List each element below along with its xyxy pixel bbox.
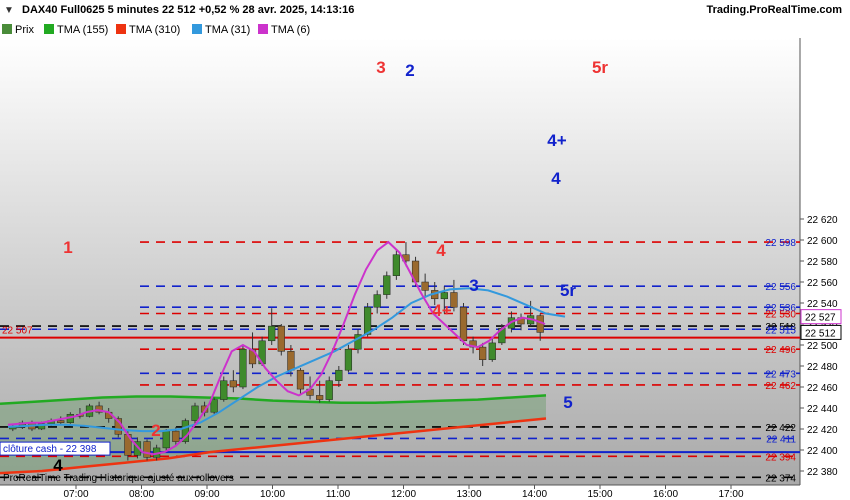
candle-body[interactable] <box>363 306 372 335</box>
y-tick-label: 22 440 <box>807 404 838 415</box>
wave-annotation: 1 <box>63 238 72 257</box>
candle-body[interactable] <box>229 380 237 388</box>
level-price-tag: 22 394 <box>765 452 796 463</box>
candle-body[interactable] <box>392 254 400 276</box>
x-tick-label: 09:00 <box>194 489 219 500</box>
level-price-tag: 22 598 <box>765 238 796 249</box>
wave-annotation: 4+ <box>547 131 566 150</box>
candle-body[interactable] <box>440 292 448 300</box>
candle-body[interactable] <box>296 369 305 390</box>
level-price-tag: 22 496 <box>765 345 796 356</box>
level-price-tag: 22 374 <box>765 473 796 484</box>
candle-body[interactable] <box>383 275 391 295</box>
left-price-tag: 22 507 <box>2 326 33 337</box>
candle-body[interactable] <box>479 346 487 360</box>
y-tick-label: 22 580 <box>807 257 838 268</box>
wave-annotation: 4 <box>551 169 561 188</box>
wave-annotation: 4 <box>436 241 446 260</box>
x-tick-label: 13:00 <box>456 489 481 500</box>
x-tick-label: 12:00 <box>391 489 416 500</box>
level-price-tag: 22 515 <box>765 325 796 336</box>
price-chart[interactable]: 22 38022 40022 42022 44022 46022 48022 5… <box>0 0 850 500</box>
candle-body[interactable] <box>373 294 381 308</box>
candle-body[interactable] <box>220 380 228 400</box>
candle-body[interactable] <box>172 430 180 442</box>
wave-annotation: 5r <box>592 58 608 77</box>
y-tick-label: 22 560 <box>807 278 838 289</box>
wave-annotation: 4+ <box>432 301 451 320</box>
y-tick-label: 22 600 <box>807 236 838 247</box>
level-price-tag: 22 462 <box>765 381 796 392</box>
cash-close-label: clôture cash - 22 398 <box>3 444 97 455</box>
wave-annotation: 2 <box>405 61 414 80</box>
level-price-tag: 22 556 <box>765 282 796 293</box>
x-tick-label: 07:00 <box>63 489 88 500</box>
candle-body[interactable] <box>277 325 285 352</box>
candle-body[interactable] <box>162 430 170 449</box>
wave-annotation: 2 <box>151 421 160 440</box>
y-tick-label: 22 400 <box>807 446 838 457</box>
y-tick-label: 22 420 <box>807 425 838 436</box>
footer-note: ProRealTime Trading Historique ajusté au… <box>3 473 234 484</box>
candle-body[interactable] <box>268 325 276 342</box>
candle-body[interactable] <box>488 342 496 360</box>
x-tick-label: 11:00 <box>326 489 351 500</box>
wave-annotation: 3 <box>376 58 385 77</box>
x-tick-label: 08:00 <box>129 489 154 500</box>
candle-body[interactable] <box>335 369 343 381</box>
y-tick-label: 22 500 <box>807 341 838 352</box>
y-tick-label: 22 620 <box>807 215 838 226</box>
candle-body[interactable] <box>325 380 333 400</box>
candle-body[interactable] <box>57 420 65 423</box>
candle-body[interactable] <box>316 395 324 400</box>
candle-body[interactable] <box>421 281 429 291</box>
level-price-tag: 22 530 <box>765 310 796 321</box>
chart-window: { "header": { "title": "DAX40 Full0625 5… <box>0 0 850 500</box>
x-tick-label: 16:00 <box>653 489 678 500</box>
price-axis-box-label: 22 512 <box>805 328 836 339</box>
x-tick-label: 14:00 <box>522 489 547 500</box>
candle-body[interactable] <box>287 351 295 371</box>
candle-body[interactable] <box>143 441 151 458</box>
level-price-tag: 22 411 <box>766 434 796 445</box>
y-tick-label: 22 380 <box>807 467 838 478</box>
candle-body[interactable] <box>210 399 218 413</box>
candle-body[interactable] <box>344 348 353 371</box>
wave-annotation: 5r <box>560 281 576 300</box>
price-axis-box-label: 22 527 <box>805 313 836 324</box>
x-tick-label: 10:00 <box>260 489 285 500</box>
x-tick-label: 15:00 <box>587 489 612 500</box>
level-price-tag: 22 422 <box>765 423 796 434</box>
x-tick-label: 17:00 <box>718 489 743 500</box>
candle-body[interactable] <box>239 348 247 388</box>
candle-body[interactable] <box>191 405 199 421</box>
level-price-tag: 22 473 <box>765 369 796 380</box>
y-tick-label: 22 540 <box>807 299 838 310</box>
y-tick-label: 22 460 <box>807 383 838 394</box>
candle-body[interactable] <box>459 306 468 342</box>
y-tick-label: 22 480 <box>807 362 838 373</box>
wave-annotation: 3 <box>469 276 478 295</box>
wave-annotation: 5 <box>563 393 572 412</box>
